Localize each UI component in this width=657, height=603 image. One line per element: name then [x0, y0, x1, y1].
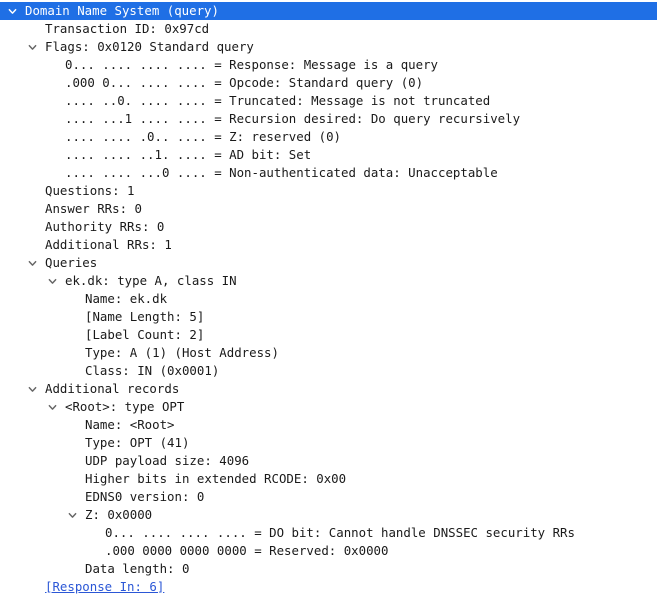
- tree-row-reserved[interactable]: .000 0000 0000 0000 = Reserved: 0x0000: [0, 542, 657, 560]
- tree-row-label: Type: A (1) (Host Address): [85, 345, 279, 360]
- tree-row-flag-ad-bit[interactable]: .... .... ..1. .... = AD bit: Set: [0, 146, 657, 164]
- tree-row-label: Questions: 1: [45, 183, 135, 198]
- tree-row-label: Answer RRs: 0: [45, 201, 142, 216]
- tree-row-label: [Name Length: 5]: [85, 309, 205, 324]
- tree-row-label: .... ..0. .... .... = Truncated: Message…: [65, 93, 491, 108]
- tree-row-flag-response[interactable]: 0... .... .... .... = Response: Message …: [0, 56, 657, 74]
- tree-row-query-class[interactable]: Class: IN (0x0001): [0, 362, 657, 380]
- tree-row-label: Type: OPT (41): [85, 435, 190, 450]
- tree-row-label: .... .... ...0 .... = Non-authenticated …: [65, 165, 498, 180]
- tree-row-data-length[interactable]: Data length: 0: [0, 560, 657, 578]
- tree-row-label: Domain Name System (query): [25, 3, 219, 18]
- tree-row-label: <Root>: type OPT: [65, 399, 185, 414]
- tree-row-label: Transaction ID: 0x97cd: [45, 21, 210, 36]
- tree-row-opt-name[interactable]: Name: <Root>: [0, 416, 657, 434]
- tree-row-label: Queries: [45, 255, 98, 270]
- tree-row-label: .... ...1 .... .... = Recursion desired:…: [65, 111, 521, 126]
- tree-row-label: .... .... ..1. .... = AD bit: Set: [65, 147, 312, 162]
- tree-row-label: .... .... .0.. .... = Z: reserved (0): [65, 129, 342, 144]
- tree-row-label: Additional records: [45, 381, 180, 396]
- tree-row-label: ek.dk: type A, class IN: [65, 273, 237, 288]
- tree-row-query-entry[interactable]: ek.dk: type A, class IN: [0, 272, 657, 290]
- tree-row-additional-records[interactable]: Additional records: [0, 380, 657, 398]
- tree-row-additional-rrs[interactable]: Additional RRs: 1: [0, 236, 657, 254]
- tree-row-query-label-count[interactable]: [Label Count: 2]: [0, 326, 657, 344]
- tree-row-label: Higher bits in extended RCODE: 0x00: [85, 471, 347, 486]
- tree-row-flag-truncated[interactable]: .... ..0. .... .... = Truncated: Message…: [0, 92, 657, 110]
- tree-row-do-bit[interactable]: 0... .... .... .... = DO bit: Cannot han…: [0, 524, 657, 542]
- tree-row-label: Name: ek.dk: [85, 291, 168, 306]
- tree-row-flag-z[interactable]: .... .... .0.. .... = Z: reserved (0): [0, 128, 657, 146]
- tree-row-edns0-version[interactable]: EDNS0 version: 0: [0, 488, 657, 506]
- tree-row-query-name-length[interactable]: [Name Length: 5]: [0, 308, 657, 326]
- chevron-down-icon[interactable]: [66, 506, 78, 524]
- chevron-down-icon[interactable]: [26, 38, 38, 56]
- tree-row-flag-recursion-desired[interactable]: .... ...1 .... .... = Recursion desired:…: [0, 110, 657, 128]
- tree-row-opt-z[interactable]: Z: 0x0000: [0, 506, 657, 524]
- tree-row-label: Authority RRs: 0: [45, 219, 165, 234]
- tree-row-opt-type[interactable]: Type: OPT (41): [0, 434, 657, 452]
- tree-row-label: .000 0... .... .... = Opcode: Standard q…: [65, 75, 424, 90]
- chevron-down-icon[interactable]: [6, 2, 18, 20]
- tree-row-dns-root[interactable]: Domain Name System (query): [0, 2, 657, 20]
- tree-row-label: Flags: 0x0120 Standard query: [45, 39, 254, 54]
- tree-row-label: Name: <Root>: [85, 417, 175, 432]
- tree-row-label: UDP payload size: 4096: [85, 453, 250, 468]
- tree-row-questions[interactable]: Questions: 1: [0, 182, 657, 200]
- tree-row-transaction-id[interactable]: Transaction ID: 0x97cd: [0, 20, 657, 38]
- tree-row-label: Data length: 0: [85, 561, 190, 576]
- tree-row-udp-payload-size[interactable]: UDP payload size: 4096: [0, 452, 657, 470]
- tree-row-flag-non-authenticated[interactable]: .... .... ...0 .... = Non-authenticated …: [0, 164, 657, 182]
- tree-row-label: 0... .... .... .... = Response: Message …: [65, 57, 438, 72]
- tree-row-label: .000 0000 0000 0000 = Reserved: 0x0000: [105, 543, 389, 558]
- chevron-down-icon[interactable]: [46, 272, 58, 290]
- packet-details-tree: Domain Name System (query) Transaction I…: [0, 2, 657, 596]
- tree-row-query-name[interactable]: Name: ek.dk: [0, 290, 657, 308]
- tree-row-label: Z: 0x0000: [85, 507, 153, 522]
- tree-row-response-in[interactable]: [Response In: 6]: [0, 578, 657, 596]
- chevron-down-icon[interactable]: [26, 254, 38, 272]
- tree-row-answer-rrs[interactable]: Answer RRs: 0: [0, 200, 657, 218]
- tree-row-query-type[interactable]: Type: A (1) (Host Address): [0, 344, 657, 362]
- tree-row-label: Class: IN (0x0001): [85, 363, 220, 378]
- tree-row-label: EDNS0 version: 0: [85, 489, 205, 504]
- tree-row-label: 0... .... .... .... = DO bit: Cannot han…: [105, 525, 575, 540]
- tree-row-queries[interactable]: Queries: [0, 254, 657, 272]
- tree-row-flag-opcode[interactable]: .000 0... .... .... = Opcode: Standard q…: [0, 74, 657, 92]
- tree-row-label: Additional RRs: 1: [45, 237, 172, 252]
- tree-row-opt-record[interactable]: <Root>: type OPT: [0, 398, 657, 416]
- chevron-down-icon[interactable]: [26, 380, 38, 398]
- chevron-down-icon[interactable]: [46, 398, 58, 416]
- tree-row-label: [Label Count: 2]: [85, 327, 205, 342]
- response-in-link[interactable]: [Response In: 6]: [45, 578, 164, 596]
- tree-row-flags[interactable]: Flags: 0x0120 Standard query: [0, 38, 657, 56]
- tree-row-authority-rrs[interactable]: Authority RRs: 0: [0, 218, 657, 236]
- tree-row-extended-rcode[interactable]: Higher bits in extended RCODE: 0x00: [0, 470, 657, 488]
